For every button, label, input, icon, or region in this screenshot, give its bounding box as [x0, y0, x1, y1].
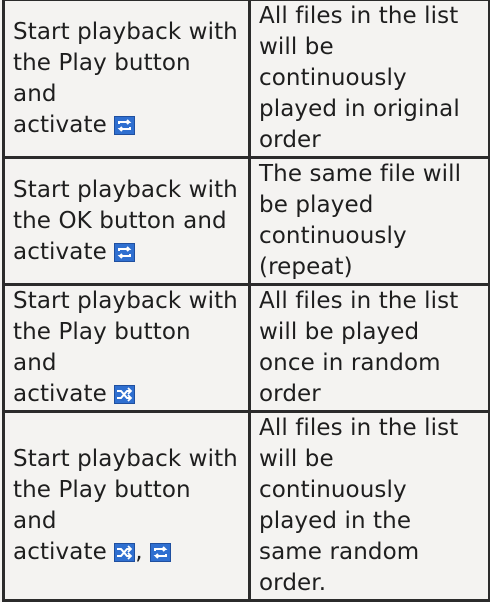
result-cell: All files in the list will be continuous… [248, 410, 490, 602]
mode-cell: Start playback with the Play button and … [2, 410, 251, 602]
mode-line-3: activate [13, 539, 107, 565]
mode-line-2: the Play button and [13, 49, 191, 107]
mode-line-2: the OK button and [13, 207, 227, 234]
table-row: Start playback with the Play button and … [2, 283, 490, 413]
table-row: Start playback with the OK button and ac… [2, 156, 490, 286]
mode-line-3: activate [13, 381, 107, 407]
result-cell: All files in the list will be continuous… [248, 0, 490, 159]
mode-line-1: Start playback with [13, 446, 238, 472]
repeat-icon [114, 242, 136, 262]
result-cell: The same file will be played continuousl… [248, 156, 490, 286]
shuffle-icon [114, 385, 136, 404]
mode-line-1: Start playback with [13, 288, 238, 314]
mode-line-1: Start playback with [13, 176, 238, 203]
repeat-icon [114, 115, 136, 135]
mode-line-1: Start playback with [13, 18, 238, 45]
mode-cell: Start playback with the OK button and ac… [2, 156, 251, 286]
shuffle-icon [114, 543, 136, 562]
mode-line-2: the Play button and [13, 477, 191, 534]
playback-modes-page: Start playback with the Play button and … [0, 0, 490, 602]
table-row: Start playback with the Play button and … [2, 410, 490, 602]
mode-line-2: the Play button and [13, 319, 191, 376]
mode-line-3: activate [13, 111, 107, 138]
mode-cell: Start playback with the Play button and … [2, 0, 251, 159]
mode-cell: Start playback with the Play button and … [2, 283, 251, 413]
repeat-icon [150, 543, 172, 562]
table-row: Start playback with the Play button and … [2, 0, 490, 159]
result-cell: All files in the list will be played onc… [248, 283, 490, 413]
icon-separator: , [135, 539, 143, 565]
mode-line-3: activate [13, 238, 107, 265]
